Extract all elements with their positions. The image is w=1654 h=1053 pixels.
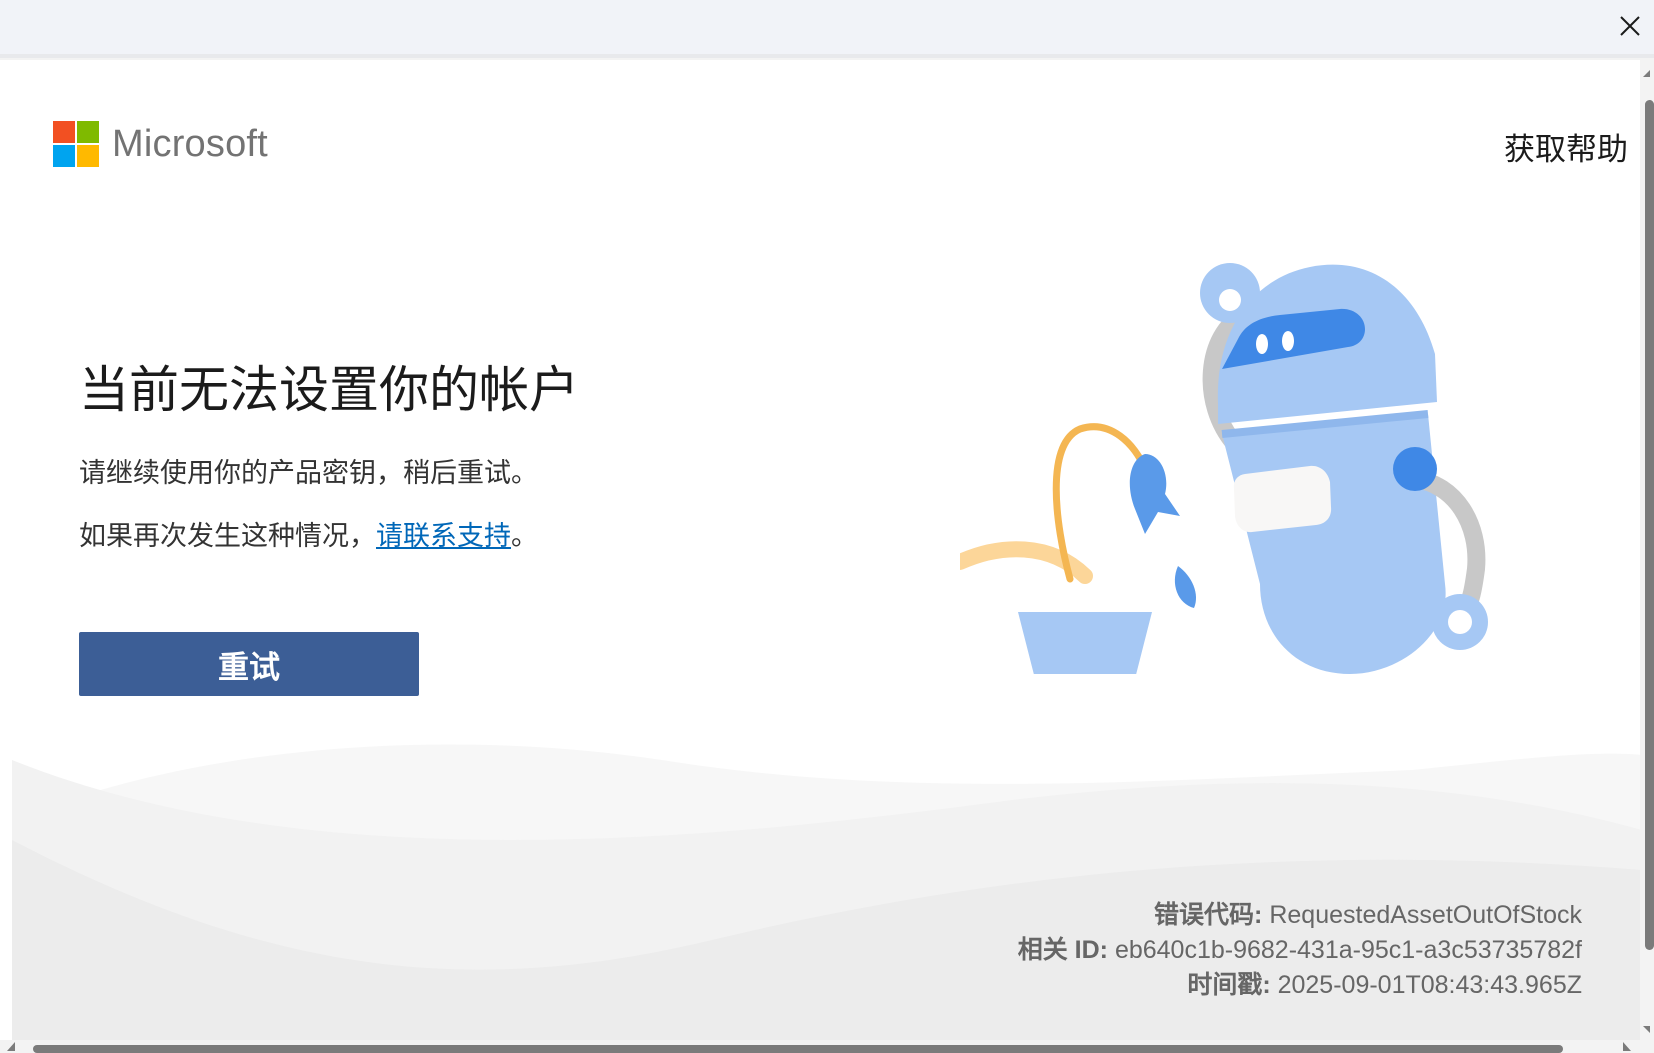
- contact-support-link[interactable]: 请联系支持: [376, 521, 511, 551]
- microsoft-logo: Microsoft: [53, 121, 268, 167]
- logo-square-yellow: [77, 145, 99, 167]
- description-line-2: 如果再次发生这种情况，请联系支持。: [79, 514, 538, 553]
- retry-button[interactable]: 重试: [79, 632, 419, 696]
- scroll-up-arrow-icon[interactable]: [1640, 66, 1654, 80]
- error-code-value: RequestedAssetOutOfStock: [1269, 901, 1582, 929]
- dialog-content: Microsoft 获取帮助 当前无法设置你的帐户 请继续使用你的产品密钥，稍后…: [0, 60, 1640, 1043]
- close-icon: [1620, 16, 1640, 36]
- error-code-row: 错误代码: RequestedAssetOutOfStock: [1018, 898, 1582, 933]
- logo-square-red: [53, 121, 75, 143]
- horizontal-scroll-thumb[interactable]: [33, 1045, 1563, 1053]
- vertical-scroll-thumb[interactable]: [1645, 100, 1654, 950]
- scroll-right-arrow-icon[interactable]: [1620, 1040, 1634, 1053]
- page-title: 当前无法设置你的帐户: [79, 362, 579, 418]
- vertical-scrollbar[interactable]: [1640, 60, 1654, 1043]
- scroll-left-arrow-icon[interactable]: [4, 1040, 18, 1053]
- timestamp-row: 时间戳: 2025-09-01T08:43:43.965Z: [1018, 968, 1582, 1003]
- robot-plant-illustration: [960, 263, 1488, 674]
- logo-square-green: [77, 121, 99, 143]
- brand-name: Microsoft: [112, 122, 268, 165]
- description-line-1: 请继续使用你的产品密钥，稍后重试。: [79, 458, 538, 488]
- scroll-down-arrow-icon[interactable]: [1640, 1023, 1654, 1037]
- get-help-link[interactable]: 获取帮助: [1504, 124, 1628, 169]
- description-suffix: 。: [511, 521, 538, 551]
- description-prefix: 如果再次发生这种情况，: [79, 521, 376, 551]
- correlation-id-value: eb640c1b-9682-431a-95c1-a3c53735782f: [1114, 936, 1582, 964]
- timestamp-value: 2025-09-01T08:43:43.965Z: [1277, 971, 1582, 999]
- correlation-id-row: 相关 ID: eb640c1b-9682-431a-95c1-a3c537357…: [1018, 933, 1582, 968]
- microsoft-logo-icon: [53, 121, 99, 167]
- close-button[interactable]: [1606, 0, 1654, 52]
- correlation-id-label: 相关 ID:: [1017, 936, 1108, 964]
- title-bar: [0, 0, 1654, 58]
- logo-square-blue: [53, 145, 75, 167]
- horizontal-scrollbar[interactable]: [0, 1040, 1640, 1053]
- error-code-label: 错误代码:: [1154, 901, 1263, 929]
- timestamp-label: 时间戳:: [1187, 971, 1271, 999]
- error-details: 错误代码: RequestedAssetOutOfStock 相关 ID: eb…: [1018, 898, 1582, 1003]
